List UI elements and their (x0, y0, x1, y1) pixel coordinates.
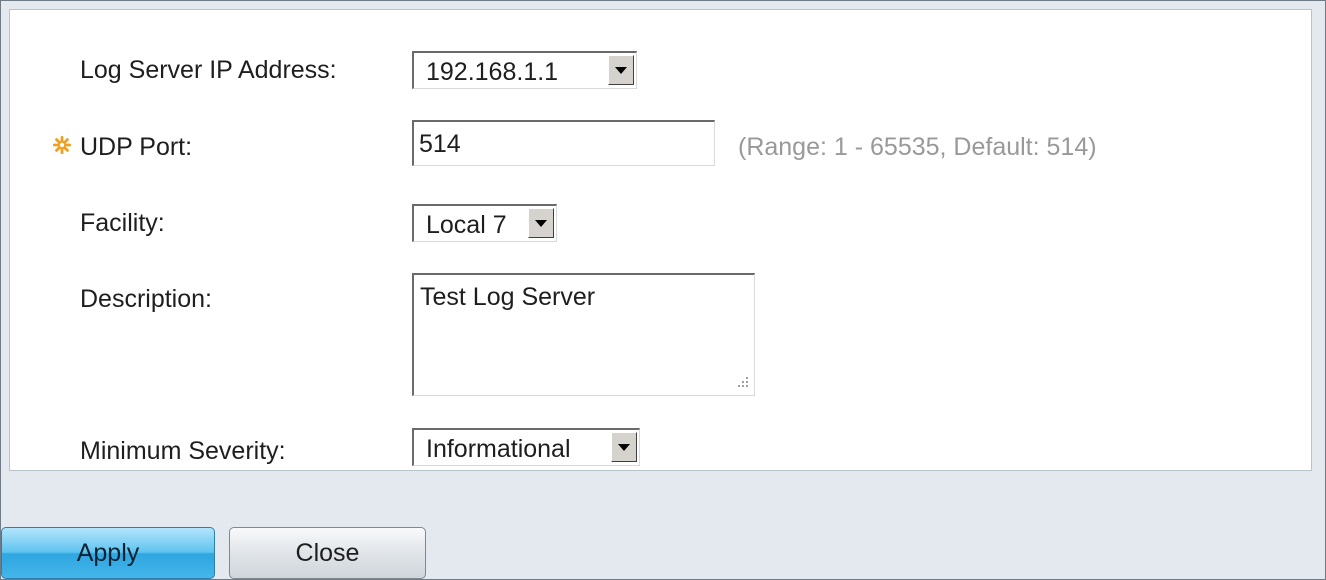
minimum-severity-label: Minimum Severity: (80, 437, 286, 465)
udp-port-label: UDP Port: (80, 133, 193, 161)
udp-port-hint: (Range: 1 - 65535, Default: 514) (738, 133, 1097, 161)
facility-select[interactable]: Local 7 (412, 204, 557, 242)
minimum-severity-select[interactable]: Informational (412, 428, 640, 466)
facility-value: Local 7 (426, 211, 507, 239)
resize-grip-icon[interactable] (734, 375, 750, 391)
facility-label: Facility: (80, 209, 165, 237)
apply-button[interactable]: Apply (1, 527, 215, 579)
chevron-down-icon[interactable] (611, 432, 637, 462)
description-textarea[interactable]: Test Log Server (412, 273, 755, 396)
log-server-ip-label: Log Server IP Address: (80, 56, 337, 84)
chevron-down-icon[interactable] (528, 208, 554, 238)
chevron-down-icon[interactable] (608, 55, 634, 85)
log-server-ip-select[interactable]: 192.168.1.1 (412, 51, 637, 89)
description-value: Test Log Server (420, 283, 596, 311)
description-label: Description: (80, 285, 212, 313)
minimum-severity-value: Informational (426, 435, 571, 463)
udp-port-input[interactable]: 514 (412, 120, 715, 166)
required-asterisk-icon (53, 136, 71, 154)
close-button[interactable]: Close (229, 527, 426, 579)
log-server-ip-value: 192.168.1.1 (426, 58, 559, 86)
